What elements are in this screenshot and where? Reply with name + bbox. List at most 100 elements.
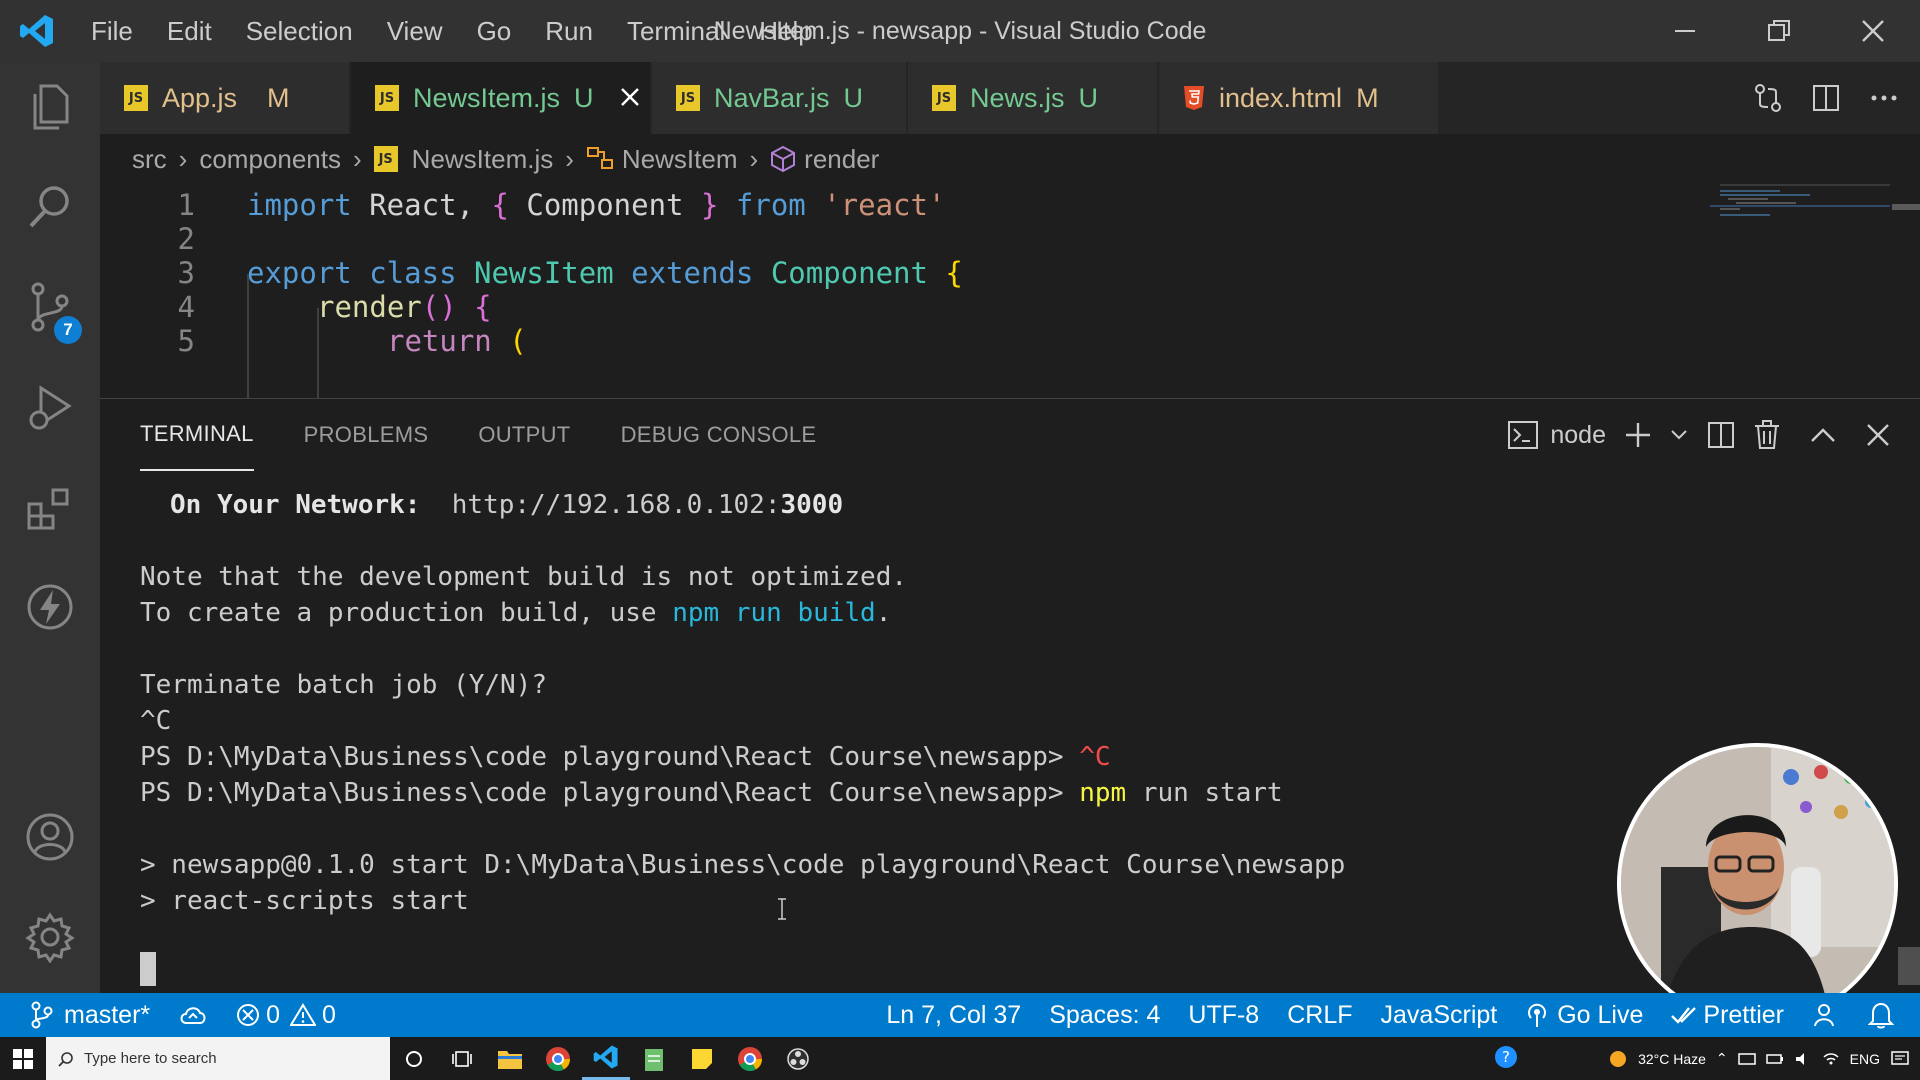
sync-button[interactable] [164,993,222,1037]
maximize-panel-button[interactable] [1810,415,1836,455]
menu-edit[interactable]: Edit [150,0,229,62]
file-explorer-taskbar[interactable] [486,1037,534,1080]
close-panel-button[interactable] [1866,415,1890,455]
start-button[interactable] [0,1037,46,1080]
language-mode[interactable]: JavaScript [1367,993,1512,1037]
input-language[interactable]: ENG [1850,1051,1880,1067]
close-icon [1867,424,1889,446]
extensions-icon [27,488,69,530]
notepad-taskbar[interactable] [630,1037,678,1080]
text-cursor-icon [777,897,787,920]
go-live-label: Go Live [1557,1000,1644,1029]
problems-indicator[interactable]: 0 0 [222,993,350,1037]
terminal-line: PS D:\MyData\Business\code playground\Re… [140,742,1111,772]
menu-run[interactable]: Run [528,0,610,62]
tab-close-button[interactable] [620,81,640,115]
error-icon [237,1004,260,1026]
network-icon[interactable] [1737,1050,1756,1068]
terminal-dropdown-button[interactable] [1670,415,1688,455]
close-icon [1862,20,1884,42]
tab-terminal[interactable]: TERMINAL [140,399,254,471]
end-of-line[interactable]: CRLF [1273,993,1366,1037]
warning-icon [290,1003,317,1026]
tab-news-js[interactable]: JS News.js U [908,62,1158,134]
branch-indicator[interactable]: master* [0,993,164,1037]
chevron-up-icon[interactable]: ⌃ [1716,1050,1728,1067]
battery-icon[interactable] [1765,1050,1784,1068]
prettier-button[interactable]: Prettier [1657,993,1798,1037]
cortana-button[interactable] [390,1037,438,1080]
go-live-button[interactable]: Go Live [1511,993,1657,1037]
menu-file[interactable]: File [74,0,150,62]
cursor-position[interactable]: Ln 7, Col 37 [872,993,1035,1037]
breadcrumb-item[interactable]: components [199,144,341,175]
terminal-shell-name: node [1550,420,1606,449]
chrome-profile-taskbar[interactable] [726,1037,774,1080]
taskbar-search-box[interactable]: Type here to search [46,1037,390,1080]
source-control-badge: 7 [54,316,82,344]
tab-status: U [574,82,594,113]
tab-navbar-js[interactable]: JS NavBar.js U [652,62,907,134]
tab-output[interactable]: OUTPUT [478,399,570,471]
tab-debug-console[interactable]: DEBUG CONSOLE [621,399,817,471]
more-actions-button[interactable] [1864,78,1904,118]
settings-button[interactable] [0,892,100,982]
speaker-icon[interactable] [1794,1050,1812,1068]
menu-selection[interactable]: Selection [229,0,370,62]
run-debug-button[interactable] [0,362,100,452]
task-view-button[interactable] [438,1037,486,1080]
notepad-icon [645,1048,663,1071]
kill-terminal-button[interactable] [1754,415,1780,455]
breadcrumb-item[interactable]: src [132,144,167,175]
terminal-scrollbar-thumb[interactable] [1898,947,1920,985]
menu-help[interactable]: Help [742,0,829,62]
split-editor-button[interactable] [1806,78,1846,118]
notifications-button[interactable] [1854,993,1920,1037]
tab-newsitem-js[interactable]: JS NewsItem.js U [351,62,651,134]
wifi-icon[interactable] [1822,1050,1840,1068]
tab-label: NewsItem.js [413,82,561,113]
new-terminal-button[interactable] [1624,415,1652,455]
compare-changes-button[interactable] [1748,78,1788,118]
menu-terminal[interactable]: Terminal [610,0,742,62]
tab-app-js[interactable]: JS App.js M [100,62,350,134]
breadcrumb-item[interactable]: NewsItem.js [412,144,554,175]
vscode-taskbar[interactable] [582,1037,630,1080]
explorer-button[interactable] [0,62,100,152]
lightning-button[interactable] [0,562,100,652]
breadcrumb-item[interactable]: render [804,144,879,175]
chrome-taskbar[interactable] [534,1037,582,1080]
encoding[interactable]: UTF-8 [1174,993,1273,1037]
extensions-button[interactable] [0,462,100,552]
vscode-logo-icon[interactable] [0,0,74,62]
help-tray-button[interactable]: ? [1494,1045,1518,1072]
minimap[interactable] [1710,184,1890,244]
js-file-icon: JS [676,85,700,111]
minimize-button[interactable] [1638,0,1732,62]
close-window-button[interactable] [1826,0,1920,62]
accounts-button[interactable] [0,792,100,882]
menu-view[interactable]: View [370,0,460,62]
scrollbar-thumb[interactable] [1892,204,1920,210]
lightning-icon [27,584,73,630]
terminal-selector[interactable]: node [1508,415,1606,455]
indentation[interactable]: Spaces: 4 [1035,993,1174,1037]
restore-button[interactable] [1732,0,1826,62]
notification-center-icon[interactable] [1890,1049,1910,1069]
search-button[interactable] [0,162,100,252]
folder-icon [498,1050,522,1069]
indent-guide [247,274,249,398]
breadcrumb-item[interactable]: NewsItem [622,144,738,175]
obs-taskbar[interactable] [774,1037,822,1080]
terminal-line: ^C [140,706,172,736]
menu-go[interactable]: Go [460,0,529,62]
weather-text[interactable]: 32°C Haze [1638,1051,1706,1067]
feedback-button[interactable] [1798,993,1854,1037]
chrome-icon [738,1046,762,1071]
tab-problems[interactable]: PROBLEMS [304,399,429,471]
source-control-button[interactable]: 7 [0,262,100,352]
split-terminal-button[interactable] [1706,415,1736,455]
code-editor[interactable]: 1 import React, { Component } from 'reac… [100,184,1920,398]
sticky-notes-taskbar[interactable] [678,1037,726,1080]
tab-index-html[interactable]: index.html M [1159,62,1439,134]
